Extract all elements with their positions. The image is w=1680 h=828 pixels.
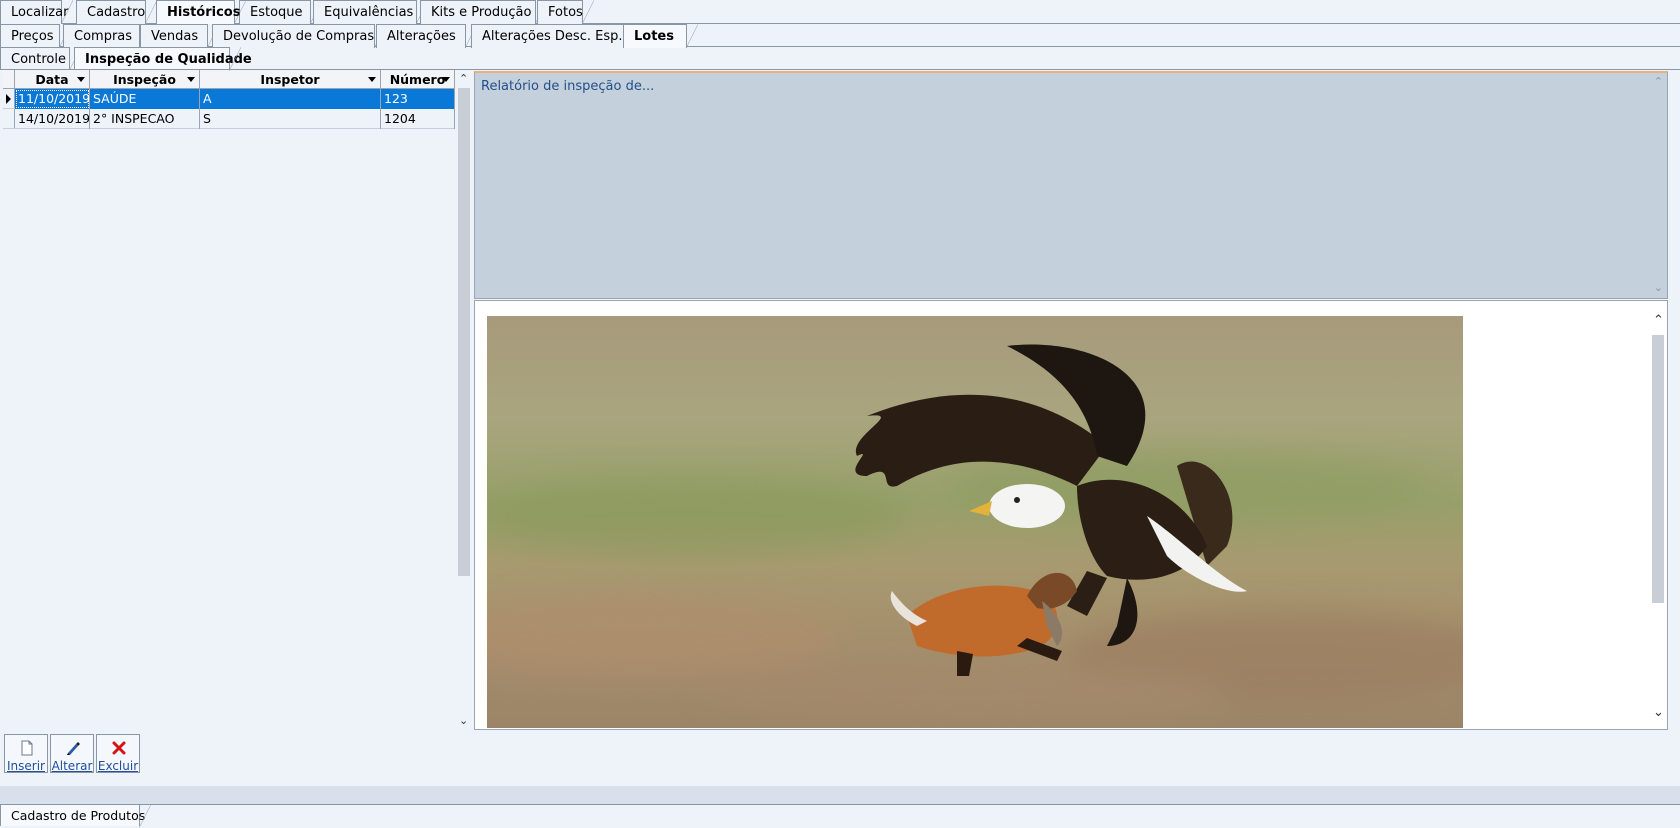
table-row[interactable]: 11/10/2019 SAÚDE A 123	[3, 89, 455, 109]
red-x-icon	[112, 741, 126, 755]
scroll-up-icon[interactable]: ⌃	[459, 72, 468, 85]
cell-inspecao[interactable]: SAÚDE	[90, 89, 200, 109]
scroll-thumb[interactable]	[458, 88, 470, 576]
tab-fotos[interactable]: Fotos	[537, 0, 594, 24]
tab-historicos[interactable]: Históricos	[156, 0, 246, 24]
tab-localizar[interactable]: Localizar	[0, 0, 73, 24]
inspection-grid[interactable]: Data Inspeção Inspetor Número 11/10/2019…	[3, 70, 455, 730]
row-indicator	[3, 109, 15, 128]
column-header-inspetor[interactable]: Inspetor	[200, 70, 381, 89]
alterar-button[interactable]: Alterar	[50, 734, 94, 773]
tab-alteracoes[interactable]: Alterações	[376, 24, 477, 48]
scroll-thumb[interactable]	[1652, 335, 1664, 603]
scroll-down-icon[interactable]: ⌄	[1653, 705, 1664, 720]
grid-indicator-header	[3, 70, 15, 89]
grid-scrollbar[interactable]: ⌃ ⌄	[456, 70, 472, 730]
column-header-numero[interactable]: Número	[381, 70, 455, 89]
cell-data[interactable]: 11/10/2019	[15, 89, 90, 109]
inserir-button[interactable]: Inserir	[4, 734, 48, 773]
inspection-image-panel: ⌃ ⌄	[474, 300, 1668, 730]
cell-inspetor[interactable]: A	[200, 89, 381, 109]
cell-numero[interactable]: 1204	[381, 109, 455, 129]
scroll-up-icon[interactable]: ⌃	[1653, 313, 1664, 328]
pen-icon	[67, 742, 80, 755]
status-bar	[0, 786, 1680, 804]
tab-precos[interactable]: Preços	[0, 24, 71, 48]
excluir-button[interactable]: Excluir	[96, 734, 140, 773]
cell-numero[interactable]: 123	[381, 89, 455, 109]
tab-kits-producao[interactable]: Kits e Produção	[420, 0, 547, 24]
document-icon	[21, 740, 33, 756]
tab-compras[interactable]: Compras	[63, 24, 151, 48]
cell-inspecao[interactable]: 2° INSPECAO	[90, 109, 200, 129]
report-memo[interactable]: Relatório de inspeção de... ⌃ ⌄	[474, 71, 1668, 299]
tab-equivalencias[interactable]: Equivalências	[313, 0, 428, 24]
row-indicator	[3, 89, 15, 108]
tab-cadastro-produtos[interactable]: Cadastro de Produtos	[0, 804, 151, 828]
sort-arrow-icon[interactable]	[442, 77, 450, 82]
tab-alteracoes-desc-esp[interactable]: Alterações Desc. Esp.	[471, 24, 640, 48]
current-row-pointer-icon	[6, 94, 11, 104]
sort-arrow-icon[interactable]	[77, 77, 85, 82]
table-row[interactable]: 14/10/2019 2° INSPECAO S 1204	[3, 109, 455, 129]
cell-data[interactable]: 14/10/2019	[15, 109, 90, 129]
scroll-up-icon[interactable]: ⌃	[1654, 75, 1663, 88]
form-tabbar: Cadastro de Produtos	[0, 804, 1680, 828]
tab-inspecao-qualidade[interactable]: Inspeção de Qualidade	[74, 47, 252, 71]
image-scrollbar[interactable]: ⌃ ⌄	[1649, 305, 1667, 727]
tab-estoque[interactable]: Estoque	[239, 0, 322, 24]
scroll-down-icon[interactable]: ⌄	[459, 714, 468, 727]
tab-cadastro[interactable]: Cadastro	[76, 0, 157, 24]
tab-lotes[interactable]: Lotes	[623, 24, 698, 48]
scroll-down-icon[interactable]: ⌄	[1654, 281, 1663, 294]
tab-vendas[interactable]: Vendas	[140, 24, 219, 48]
sort-arrow-icon[interactable]	[368, 77, 376, 82]
memo-text[interactable]: Relatório de inspeção de...	[481, 79, 654, 94]
column-header-data[interactable]: Data	[15, 70, 90, 89]
cell-inspetor[interactable]: S	[200, 109, 381, 129]
eagle-fox-photo	[487, 316, 1463, 728]
sort-arrow-icon[interactable]	[187, 77, 195, 82]
tab-devolucao-compras[interactable]: Devolução de Compras	[212, 24, 386, 48]
grid-header: Data Inspeção Inspetor Número	[3, 70, 455, 89]
column-header-inspecao[interactable]: Inspeção	[90, 70, 200, 89]
tab-controle[interactable]: Controle	[0, 47, 81, 71]
